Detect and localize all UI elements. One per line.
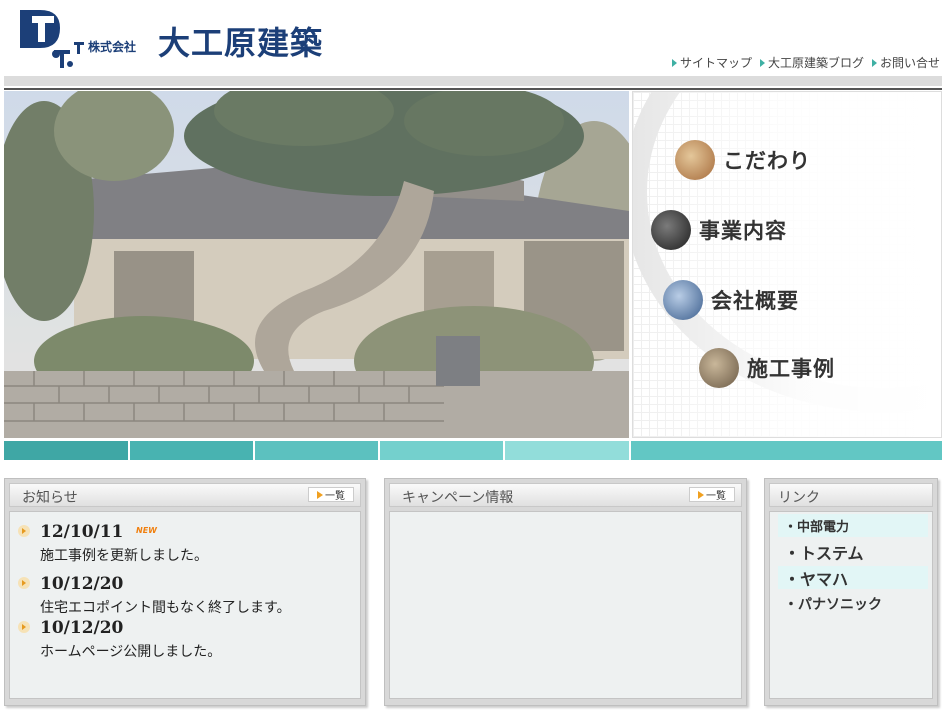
news-panel-body: 12/10/11 NEW 施工事例を更新しました。 10/12/20 住宅エコポ…	[9, 511, 361, 699]
util-link-label: サイトマップ	[679, 56, 752, 70]
campaign-list-button[interactable]: 一覧	[689, 487, 735, 502]
company-type-label: 株式会社	[88, 40, 137, 54]
link-yamaha[interactable]: ・ヤマハ	[778, 566, 928, 589]
campaign-panel-body	[389, 511, 742, 699]
news-text[interactable]: 住宅エコポイント間もなく終了します。	[40, 597, 291, 617]
campaign-panel: キャンペーン情報 一覧	[384, 478, 747, 706]
util-link-blog[interactable]: 大工原建築ブログ	[759, 54, 864, 71]
util-link-sitemap[interactable]: サイトマップ	[671, 54, 752, 71]
bullet-icon	[18, 525, 30, 537]
house-photo-icon	[699, 348, 739, 388]
news-date: 10/12/20	[40, 618, 124, 638]
site-header: 株式会社 大工原建築 サイトマップ 大工原建築ブログ お問い合せ	[0, 0, 946, 76]
more-label: 一覧	[706, 491, 726, 502]
news-panel-title: お知らせ	[22, 490, 78, 506]
link-tostem[interactable]: ・トステム	[778, 540, 928, 563]
side-menu: こだわり 事業内容 会社概要 施工事例	[632, 91, 942, 438]
menu-item-works[interactable]: 施工事例	[699, 348, 835, 388]
color-nav-bars	[4, 441, 942, 460]
bullet-icon	[18, 621, 30, 633]
header-divider	[4, 88, 942, 90]
links-panel-header: リンク	[769, 483, 933, 507]
hero-house-photo	[4, 91, 629, 438]
color-bar-6[interactable]	[631, 441, 942, 460]
link-chubu-electric[interactable]: ・中部電力	[778, 514, 928, 537]
company-logo-icon[interactable]	[18, 6, 88, 72]
color-bar-5[interactable]	[505, 441, 629, 460]
color-bar-2[interactable]	[130, 441, 253, 460]
menu-item-label: こだわり	[723, 149, 811, 173]
menu-item-company[interactable]: 会社概要	[663, 280, 799, 320]
news-date: 12/10/11	[40, 522, 124, 542]
color-bar-4[interactable]	[380, 441, 503, 460]
arrow-right-icon	[871, 58, 877, 67]
arrow-right-icon	[698, 490, 704, 499]
campaign-panel-title: キャンペーン情報	[402, 490, 514, 506]
menu-item-label: 事業内容	[699, 219, 787, 243]
header-gray-bar	[4, 76, 942, 86]
company-name-logo[interactable]: 大工原建築	[158, 18, 323, 64]
building-photo-icon	[663, 280, 703, 320]
color-bar-3[interactable]	[255, 441, 378, 460]
craft-photo-icon	[675, 140, 715, 180]
bullet-icon	[18, 577, 30, 589]
util-link-label: お問い合せ	[879, 56, 940, 70]
campaign-panel-header: キャンペーン情報 一覧	[389, 483, 742, 507]
util-link-label: 大工原建築ブログ	[767, 56, 864, 70]
news-panel: お知らせ 一覧 12/10/11 NEW 施工事例を更新しました。 10/12/…	[4, 478, 366, 706]
new-badge: NEW	[136, 526, 157, 535]
color-bar-1[interactable]	[4, 441, 128, 460]
news-date: 10/12/20	[40, 574, 124, 594]
arrow-right-icon	[759, 58, 765, 67]
news-text[interactable]: 施工事例を更新しました。	[40, 545, 208, 565]
news-list-button[interactable]: 一覧	[308, 487, 354, 502]
menu-item-services[interactable]: 事業内容	[651, 210, 787, 250]
menu-item-kodawari[interactable]: こだわり	[675, 140, 811, 180]
menu-item-label: 施工事例	[747, 357, 835, 381]
utility-nav: サイトマップ 大工原建築ブログ お問い合せ	[671, 54, 940, 71]
more-label: 一覧	[325, 491, 345, 502]
links-panel-body: ・中部電力 ・トステム ・ヤマハ ・パナソニック	[769, 511, 933, 699]
links-panel: リンク ・中部電力 ・トステム ・ヤマハ ・パナソニック	[764, 478, 938, 706]
tools-photo-icon	[651, 210, 691, 250]
util-link-contact[interactable]: お問い合せ	[871, 54, 940, 71]
menu-item-label: 会社概要	[711, 289, 799, 313]
news-text[interactable]: ホームページ公開しました。	[40, 641, 221, 661]
arrow-right-icon	[671, 58, 677, 67]
link-panasonic[interactable]: ・パナソニック	[778, 592, 928, 615]
links-panel-title: リンク	[778, 490, 820, 506]
news-panel-header: お知らせ 一覧	[9, 483, 361, 507]
arrow-right-icon	[317, 490, 323, 499]
